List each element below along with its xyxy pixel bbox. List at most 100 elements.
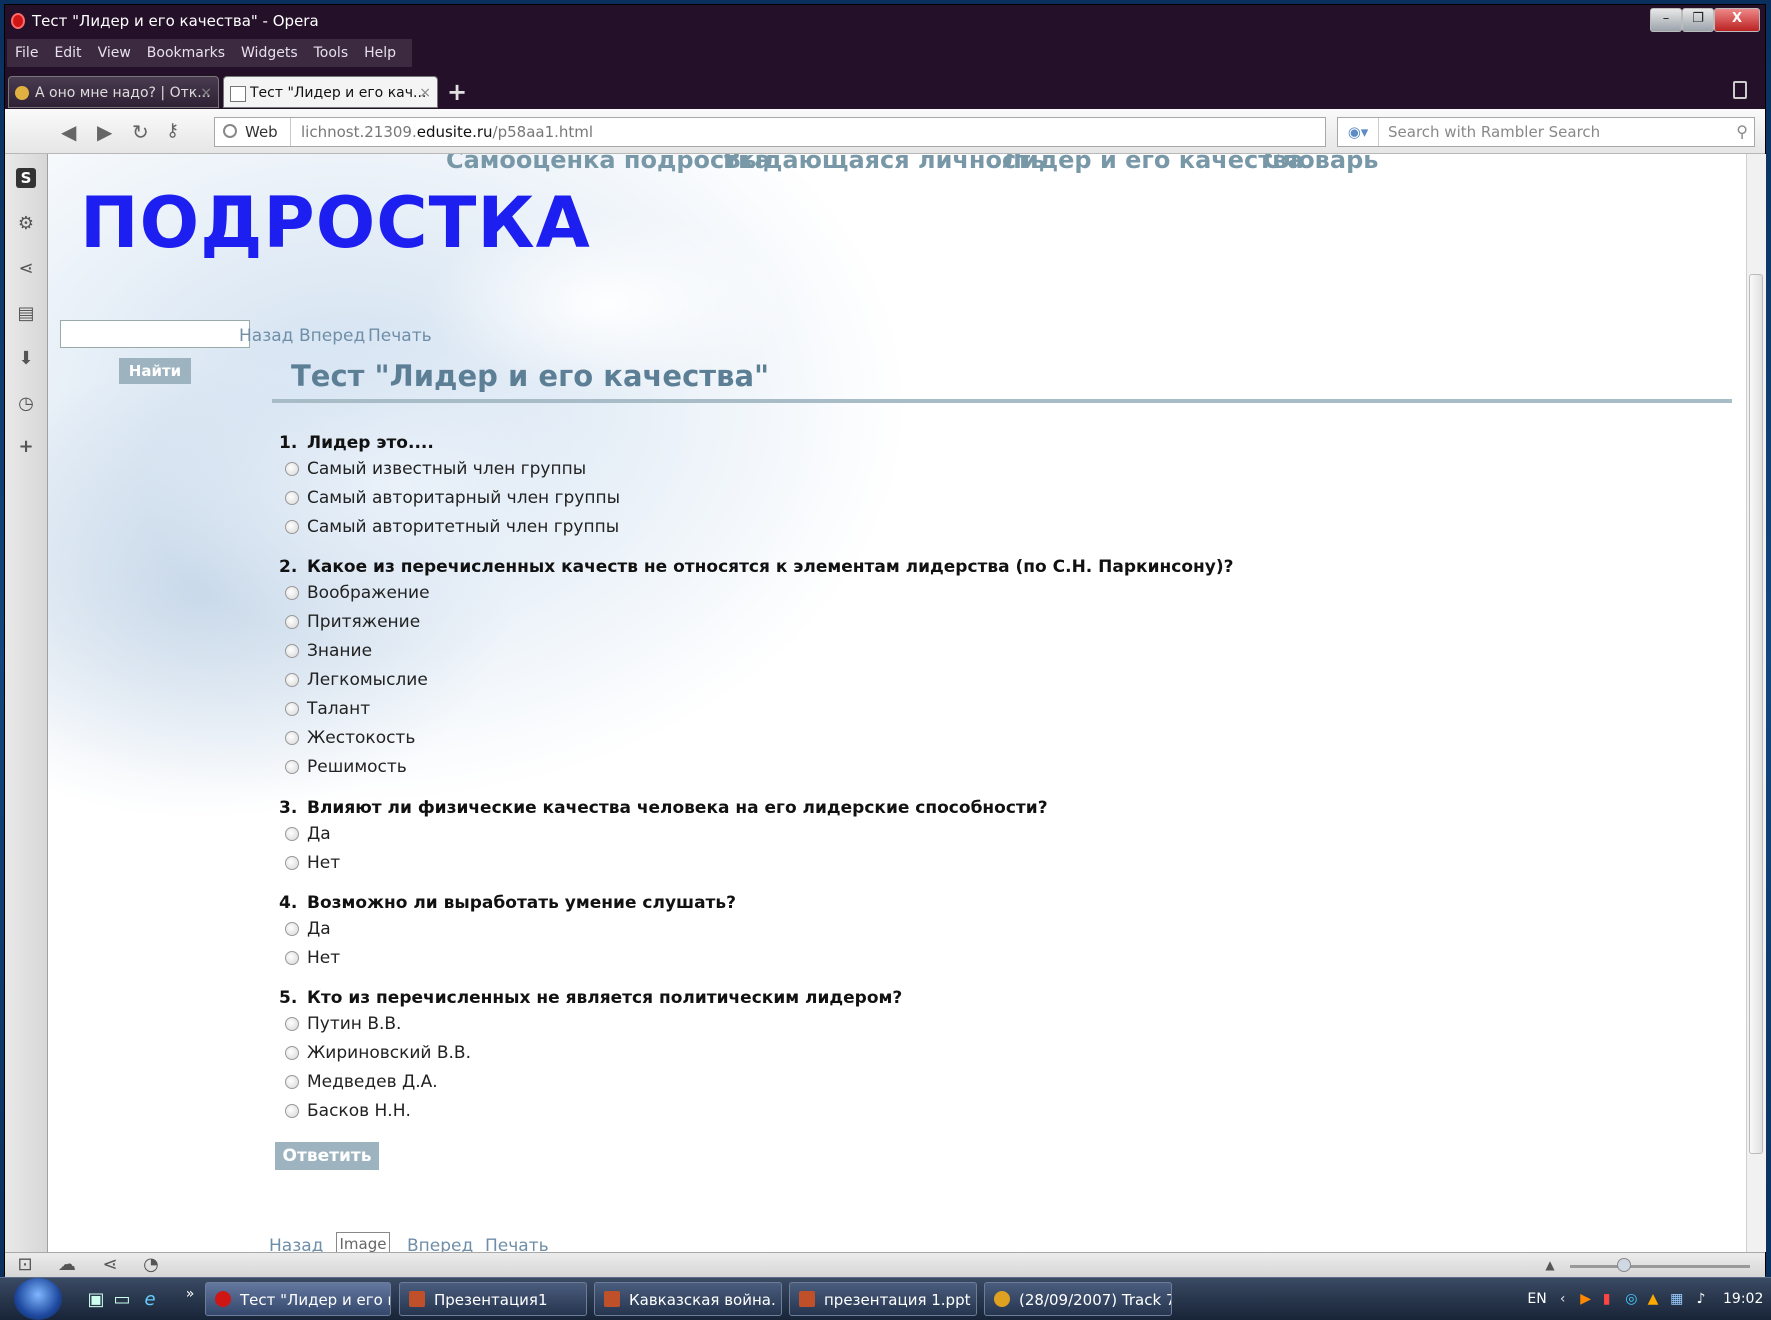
- more-quicklaunch-icon[interactable]: »: [180, 1284, 200, 1304]
- radio-button[interactable]: [285, 702, 299, 716]
- tray-network-icon[interactable]: ◎: [1625, 1278, 1643, 1320]
- speedometer-icon[interactable]: ◔: [141, 1255, 161, 1275]
- tab-active[interactable]: Тест "Лидер и его кач... ×: [223, 76, 438, 108]
- option[interactable]: Воображение: [285, 583, 430, 603]
- menu-help[interactable]: Help: [356, 39, 404, 67]
- option[interactable]: Нет: [285, 853, 340, 873]
- tray-display-icon[interactable]: ▦: [1670, 1278, 1692, 1320]
- option[interactable]: Медведев Д.А.: [285, 1072, 438, 1092]
- option[interactable]: Жириновский В.В.: [285, 1043, 471, 1063]
- tray-expand-icon[interactable]: ‹: [1560, 1278, 1576, 1320]
- option[interactable]: Самый авторитарный член группы: [285, 488, 620, 508]
- option[interactable]: Легкомыслие: [285, 670, 428, 690]
- radio-button[interactable]: [285, 731, 299, 745]
- footer-forward-link[interactable]: Вперед: [407, 1236, 473, 1252]
- radio-button[interactable]: [285, 922, 299, 936]
- share-icon[interactable]: ⋖: [16, 259, 36, 279]
- submit-answer-button[interactable]: Ответить: [275, 1142, 379, 1170]
- switch-windows-icon[interactable]: ▭: [112, 1290, 132, 1310]
- task-opera[interactable]: Тест "Лидер и его к...: [205, 1282, 391, 1316]
- radio-button[interactable]: [285, 856, 299, 870]
- menu-tools[interactable]: Tools: [306, 39, 357, 67]
- radio-button[interactable]: [285, 951, 299, 965]
- menu-file[interactable]: File: [7, 39, 46, 67]
- history-clock-icon[interactable]: ◷: [16, 394, 36, 414]
- option[interactable]: Да: [285, 824, 331, 844]
- print-link[interactable]: Печать: [368, 326, 432, 346]
- radio-button[interactable]: [285, 1104, 299, 1118]
- radio-button[interactable]: [285, 673, 299, 687]
- minimize-button[interactable]: –: [1650, 8, 1682, 32]
- option[interactable]: Басков Н.Н.: [285, 1101, 411, 1121]
- forward-link[interactable]: Вперед: [299, 326, 365, 346]
- unite-cloud-icon[interactable]: ☁: [57, 1255, 77, 1275]
- back-link[interactable]: Назад: [239, 326, 293, 346]
- scroll-thumb[interactable]: [1749, 274, 1763, 1154]
- volume-icon[interactable]: ♪: [1697, 1278, 1719, 1320]
- task-caucasian-war[interactable]: Кавказская война. ...: [594, 1282, 782, 1316]
- footer-print-link[interactable]: Печать: [485, 1236, 549, 1252]
- menu-widgets[interactable]: Widgets: [233, 39, 306, 67]
- start-button[interactable]: [14, 1278, 62, 1320]
- zoom-slider-knob[interactable]: [1617, 1258, 1631, 1272]
- site-info-badge[interactable]: Web: [215, 118, 291, 146]
- option[interactable]: Притяжение: [285, 612, 420, 632]
- notes-icon[interactable]: ▤: [16, 304, 36, 324]
- radio-button[interactable]: [285, 462, 299, 476]
- forward-arrow-icon[interactable]: ▶: [97, 120, 112, 144]
- radio-button[interactable]: [285, 491, 299, 505]
- tray-warning-icon[interactable]: ▲: [1648, 1278, 1666, 1320]
- radio-button[interactable]: [285, 1046, 299, 1060]
- trash-icon[interactable]: [1733, 81, 1747, 99]
- menu-edit[interactable]: Edit: [46, 39, 89, 67]
- show-desktop-icon[interactable]: ▣: [86, 1290, 106, 1310]
- search-engine-icon[interactable]: ◉▾: [1338, 118, 1379, 146]
- panel-toggle-icon[interactable]: ⊡: [15, 1255, 35, 1275]
- radio-button[interactable]: [285, 586, 299, 600]
- gear-icon[interactable]: ⚙: [16, 214, 36, 234]
- new-tab-plus-icon[interactable]: +: [447, 78, 467, 106]
- task-media-track[interactable]: (28/09/2007) Track 7...: [984, 1282, 1172, 1316]
- reload-icon[interactable]: ↻: [132, 120, 149, 144]
- tab-close-icon[interactable]: ×: [419, 77, 431, 107]
- wand-key-icon[interactable]: ⚷: [166, 120, 179, 141]
- option[interactable]: Путин В.В.: [285, 1014, 401, 1034]
- address-bar[interactable]: Web lichnost.21309.edusite.ru/p58aa1.htm…: [214, 117, 1326, 147]
- radio-button[interactable]: [285, 1075, 299, 1089]
- site-search-input[interactable]: [60, 320, 250, 348]
- task-presentation-ppt[interactable]: презентация 1.ppt: [789, 1282, 977, 1316]
- footer-back-link[interactable]: Назад: [269, 1236, 323, 1252]
- tab-inactive[interactable]: А оно мне надо? | Отк... ×: [8, 76, 219, 108]
- clock[interactable]: 19:02: [1723, 1278, 1771, 1320]
- radio-button[interactable]: [285, 827, 299, 841]
- tray-app-icon[interactable]: ▶: [1580, 1278, 1598, 1320]
- tab-close-icon[interactable]: ×: [200, 77, 212, 107]
- zoom-slider[interactable]: [1570, 1265, 1750, 1268]
- option[interactable]: Решимость: [285, 757, 407, 777]
- task-presentation1[interactable]: Презентация1: [399, 1282, 587, 1316]
- radio-button[interactable]: [285, 760, 299, 774]
- vertical-scrollbar[interactable]: [1746, 154, 1766, 1252]
- nav-link-outstanding-person[interactable]: Выдающаяся личность: [723, 154, 1045, 174]
- downloads-icon[interactable]: ⬇: [16, 349, 36, 369]
- turbo-share-icon[interactable]: ⋖: [100, 1255, 120, 1275]
- radio-button[interactable]: [285, 615, 299, 629]
- zoom-up-icon[interactable]: ▲: [1540, 1255, 1560, 1275]
- radio-button[interactable]: [285, 644, 299, 658]
- ie-icon[interactable]: e: [140, 1290, 160, 1310]
- radio-button[interactable]: [285, 520, 299, 534]
- radio-button[interactable]: [285, 1017, 299, 1031]
- language-indicator[interactable]: EN: [1527, 1278, 1555, 1320]
- close-button[interactable]: X: [1714, 8, 1760, 32]
- option[interactable]: Самый известный член группы: [285, 459, 586, 479]
- nav-link-self-esteem[interactable]: Самооценка подростка: [446, 154, 771, 174]
- menu-view[interactable]: View: [90, 39, 139, 67]
- restore-button[interactable]: ❐: [1682, 8, 1714, 32]
- option[interactable]: Да: [285, 919, 331, 939]
- find-button[interactable]: Найти: [119, 358, 191, 384]
- back-arrow-icon[interactable]: ◀: [61, 120, 76, 144]
- option[interactable]: Жестокость: [285, 728, 415, 748]
- tray-alert-icon[interactable]: ▮: [1603, 1278, 1621, 1320]
- nav-link-dictionary[interactable]: Словарь: [1263, 154, 1378, 174]
- option[interactable]: Талант: [285, 699, 370, 719]
